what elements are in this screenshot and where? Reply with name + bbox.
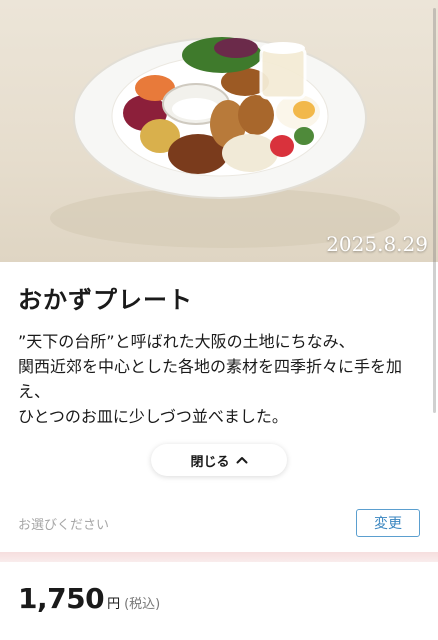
price-display: 1,750 円 (税込) xyxy=(18,582,160,615)
date-stamp: 2025.8.29 xyxy=(326,232,428,256)
close-button[interactable]: 閉じる xyxy=(151,444,287,476)
food-plate-illustration xyxy=(50,37,400,248)
close-button-label: 閉じる xyxy=(190,454,230,470)
price-tax-note: (税込) xyxy=(124,597,161,612)
product-description: ”天下の台所”と呼ばれた大阪の土地にちなみ、 関西近郊を中心とした各地の素材を四… xyxy=(18,332,403,426)
option-select-row: お選びください 変更 xyxy=(18,508,420,538)
scrollbar[interactable] xyxy=(433,8,436,413)
page-title: おかずプレート xyxy=(18,286,193,314)
change-button[interactable]: 変更 xyxy=(356,509,420,537)
section-divider xyxy=(0,552,438,562)
select-placeholder: お選びください xyxy=(18,517,110,533)
chevron-up-icon xyxy=(236,457,247,464)
price-amount: 1,750 xyxy=(18,582,105,615)
product-photo: 2025.8.29 xyxy=(0,0,438,262)
price-unit: 円 xyxy=(107,597,121,612)
